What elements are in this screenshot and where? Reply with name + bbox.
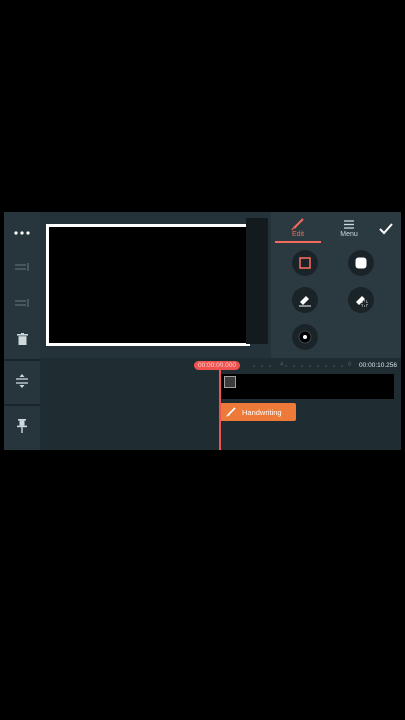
tab-menu-label: Menu — [340, 231, 358, 238]
send-backward-button[interactable] — [4, 286, 40, 320]
toolbar-divider — [4, 404, 40, 406]
square-brush-tool[interactable] — [292, 250, 318, 276]
trash-icon — [16, 333, 28, 345]
layer-label: Handwriting — [242, 407, 282, 417]
adjust-layers-button[interactable] — [4, 364, 40, 398]
video-track[interactable] — [220, 374, 394, 399]
pin-icon — [17, 419, 27, 433]
current-time: 00:00:00.000 — [194, 361, 240, 370]
color-dot-icon — [298, 330, 312, 344]
clip-thumbnail[interactable] — [224, 376, 236, 388]
rounded-brush-tool[interactable] — [348, 250, 374, 276]
align-backward-icon — [15, 299, 29, 307]
left-toolbar — [4, 212, 40, 450]
editor-app: Edit Menu 4 8 00:00:00.000 00:00:10.256 … — [4, 212, 401, 450]
checkmark-icon — [379, 223, 393, 235]
ruler-mark-4: 4 — [280, 362, 284, 368]
toolbar-divider — [4, 359, 40, 361]
eraser-area-icon — [356, 296, 368, 307]
handwriting-layer-clip[interactable]: Handwriting — [220, 403, 296, 421]
delete-button[interactable] — [4, 322, 40, 356]
eraser-icon — [299, 296, 311, 307]
preview-area — [40, 212, 271, 358]
eraser-tool[interactable] — [292, 287, 318, 313]
pen-icon — [291, 218, 304, 231]
square-outline-brush-icon — [299, 257, 311, 269]
confirm-button[interactable] — [375, 218, 397, 240]
handwriting-panel: Edit Menu — [271, 212, 401, 358]
align-forward-icon — [15, 263, 29, 271]
menu-lines-icon — [344, 220, 354, 229]
bring-forward-button[interactable] — [4, 250, 40, 284]
pin-button[interactable] — [4, 409, 40, 443]
area-eraser-tool[interactable] — [348, 287, 374, 313]
total-duration: 00:00:10.256 — [359, 362, 397, 369]
pen-icon — [226, 407, 236, 417]
split-layers-icon — [16, 374, 28, 388]
tab-menu[interactable]: Menu — [327, 215, 371, 241]
more-menu-icon — [14, 231, 30, 235]
tab-edit-label: Edit — [291, 231, 305, 238]
tab-edit[interactable]: Edit — [275, 215, 321, 243]
ruler-mark-8: 8 — [348, 362, 352, 368]
drawing-canvas[interactable] — [46, 224, 250, 346]
more-button[interactable] — [4, 216, 40, 250]
playhead[interactable] — [219, 366, 221, 450]
timeline[interactable]: 4 8 00:00:00.000 00:00:10.256 Handwritin… — [40, 358, 401, 450]
rounded-square-brush-icon — [355, 257, 367, 269]
preview-side-strip — [246, 218, 268, 344]
color-picker-tool[interactable] — [292, 324, 318, 350]
